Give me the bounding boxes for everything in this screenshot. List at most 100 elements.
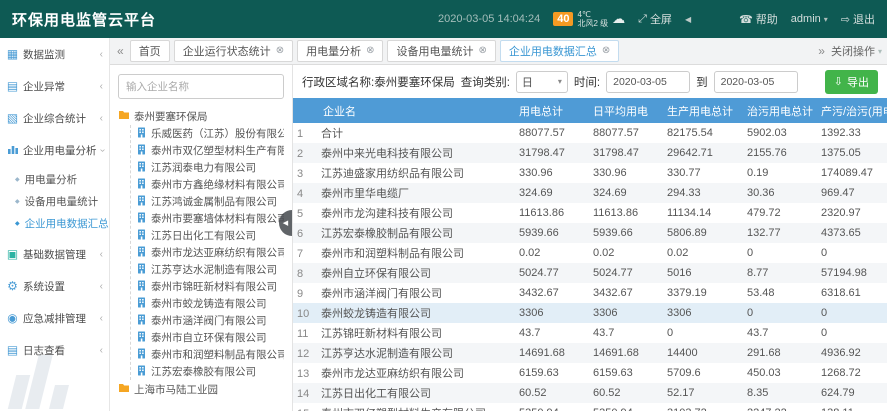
chevron-down-icon: ▾: [824, 15, 828, 24]
logout-icon: ⇨: [841, 13, 850, 26]
tree-company-item[interactable]: 泰州市双亿塑型材料生产有限公司: [136, 142, 284, 159]
region-value: 泰州要塞环保局: [374, 74, 455, 90]
tree-company-item[interactable]: 泰州市要塞墙体材料有限公司: [136, 210, 284, 227]
cell-ratio: 4936.92: [817, 343, 887, 363]
cell-power-total: 5024.77: [515, 263, 589, 283]
table-row[interactable]: 5泰州市龙沟建科技有限公司 11613.86 11613.86 11134.14…: [293, 203, 887, 223]
category-select[interactable]: 日 ▾: [516, 71, 568, 93]
export-button[interactable]: ⇩ 导出: [825, 70, 878, 94]
tree-company-item[interactable]: 江苏宏泰橡胶有限公司: [136, 363, 284, 380]
table-row[interactable]: 9泰州市涵洋阀门有限公司 3432.67 3432.67 3379.19 53.…: [293, 283, 887, 303]
table-row[interactable]: 6江苏宏泰橡胶制品有限公司 5939.66 5939.66 5806.89 13…: [293, 223, 887, 243]
company-name: 江苏亨达水泥制造有限公司: [321, 348, 453, 360]
table-row[interactable]: 3江苏迪盛家用纺织品有限公司 330.96 330.96 330.77 0.19…: [293, 163, 887, 183]
sidebar-item-emergency-reduction[interactable]: ◉ 应急减排管理 ‹: [0, 302, 109, 334]
cell-ratio: 1268.72: [817, 363, 887, 383]
close-operations-button[interactable]: 关闭操作 ▾: [831, 43, 882, 59]
tree-company-item[interactable]: 江苏鸿诚金属制品有限公司: [136, 193, 284, 210]
sidebar-subitem-power-analysis[interactable]: ◆ 用电量分析: [0, 168, 109, 190]
tree-company-item[interactable]: 江苏润泰电力有限公司: [136, 159, 284, 176]
help-button[interactable]: ☎ 帮助: [739, 11, 778, 27]
tab-close-icon[interactable]: ⊗: [602, 46, 610, 56]
tree-company-item[interactable]: 乐威医药（江苏）股份有限公司: [136, 125, 284, 142]
cell-pollution-total: 8.35: [743, 383, 817, 403]
tree-company-item[interactable]: 泰州市涵洋阀门有限公司: [136, 312, 284, 329]
tab-bar: « 首页 企业运行状态统计 ⊗ 用电量分析 ⊗ 设备用电量统计 ⊗ 企业用电数据…: [110, 38, 887, 65]
tree-company-item[interactable]: 泰州市自立环保有限公司: [136, 329, 284, 346]
sidebar-item-enterprise-abnormal[interactable]: ▤ 企业异常 ‹: [0, 70, 109, 102]
sidebar-item-label: 企业用电量分析: [23, 143, 97, 158]
company-name: 江苏润泰电力有限公司: [151, 160, 256, 175]
company-name: 泰州中来光电科技有限公司: [321, 148, 453, 160]
tree-root-node[interactable]: 泰州要塞环保局: [118, 107, 284, 125]
cell-daily-avg: 88077.57: [589, 123, 663, 143]
table-row[interactable]: 11江苏锦旺新材料有限公司 43.7 43.7 0 43.7 0: [293, 323, 887, 343]
cell-ratio: 1375.05: [817, 143, 887, 163]
company-name: 江苏宏泰橡胶制品有限公司: [321, 228, 453, 240]
cell-power-total: 3306: [515, 303, 589, 323]
fullscreen-button[interactable]: ⤢ 全屏: [638, 11, 672, 27]
company-name: 泰州市双亿塑型材料生产有限公司: [151, 143, 284, 158]
table-row[interactable]: 4泰州市里华电缆厂 324.69 324.69 294.33 30.36 969…: [293, 183, 887, 203]
row-index: 7: [297, 248, 321, 260]
sidebar-item-data-monitor[interactable]: ▦ 数据监测 ‹: [0, 38, 109, 70]
tree-company-item[interactable]: 泰州市方鑫绝缘材料有限公司: [136, 176, 284, 193]
table-row[interactable]: 13泰州市龙达亚麻纺织有限公司 6159.63 6159.63 5709.6 4…: [293, 363, 887, 383]
table-row[interactable]: 1合计 88077.57 88077.57 82175.54 5902.03 1…: [293, 123, 887, 143]
table-row[interactable]: 15泰州市双亿塑型材料生产有限公司 5350.94 5350.94 3103.7…: [293, 403, 887, 411]
tree-company-item[interactable]: 江苏日出化工有限公司: [136, 227, 284, 244]
cell-ratio: 57194.98: [817, 263, 887, 283]
tab-close-icon[interactable]: ⊗: [366, 46, 374, 56]
chevron-left-icon: ‹: [100, 313, 103, 324]
tab[interactable]: 企业运行状态统计 ⊗: [174, 40, 293, 62]
tree-company-item[interactable]: 泰州市和润塑料制品有限公司: [136, 346, 284, 363]
tree-company-item[interactable]: 江苏亨达水泥制造有限公司: [136, 261, 284, 278]
cell-pollution-total: 5902.03: [743, 123, 817, 143]
row-index: 6: [297, 228, 321, 240]
tree-root-node[interactable]: 上海市马陆工业园: [118, 380, 284, 398]
cell-daily-avg: 43.7: [589, 323, 663, 343]
sidebar-item-basic-data[interactable]: ▣ 基础数据管理 ‹: [0, 238, 109, 270]
cell-daily-avg: 5939.66: [589, 223, 663, 243]
tab-scroll-right-icon[interactable]: »: [816, 44, 827, 58]
sidebar-item-enterprise-stats[interactable]: ▧ 企业综合统计 ‹: [0, 102, 109, 134]
tab[interactable]: 首页: [130, 40, 170, 62]
cell-pollution-total: 479.72: [743, 203, 817, 223]
tab[interactable]: 设备用电量统计 ⊗: [387, 40, 495, 62]
table-row[interactable]: 14江苏日出化工有限公司 60.52 60.52 52.17 8.35 624.…: [293, 383, 887, 403]
tab-close-icon[interactable]: ⊗: [478, 46, 486, 56]
user-menu[interactable]: admin ▾: [791, 13, 828, 25]
table-row[interactable]: 8泰州自立环保有限公司 5024.77 5024.77 5016 8.77 57…: [293, 263, 887, 283]
temperature: 4℃: [577, 10, 590, 19]
building-icon: [136, 178, 147, 192]
tab-close-icon[interactable]: ⊗: [276, 46, 284, 56]
table-row[interactable]: 12江苏亨达水泥制造有限公司 14691.68 14691.68 14400 2…: [293, 343, 887, 363]
tab-scroll-left-icon[interactable]: «: [115, 44, 126, 58]
sidebar-subitem-device-power-stats[interactable]: ◆ 设备用电量统计: [0, 190, 109, 212]
sidebar-item-label: 数据监测: [23, 47, 65, 62]
cell-daily-avg: 14691.68: [589, 343, 663, 363]
table-row[interactable]: 7泰州市和润塑料制品有限公司 0.02 0.02 0.02 0 0: [293, 243, 887, 263]
sidebar-item-system-settings[interactable]: ⚙ 系统设置 ‹: [0, 270, 109, 302]
tree-company-item[interactable]: 泰州市龙达亚麻纺织有限公司: [136, 244, 284, 261]
tree-company-item[interactable]: 泰州市锦旺新材料有限公司: [136, 278, 284, 295]
sidebar-item-power-analysis[interactable]: 企业用电量分析 ‹: [0, 134, 109, 166]
sidebar-item-log-view[interactable]: ▤ 日志查看 ‹: [0, 334, 109, 366]
company-name: 泰州市自立环保有限公司: [151, 330, 267, 345]
table-row[interactable]: 2泰州中来光电科技有限公司 31798.47 31798.47 29642.71…: [293, 143, 887, 163]
date-from-input[interactable]: [606, 71, 690, 93]
sidebar-subitem-power-data-summary[interactable]: ◆ 企业用电数据汇总: [0, 212, 109, 234]
search-input[interactable]: [118, 74, 284, 99]
tab[interactable]: 企业用电数据汇总 ⊗: [500, 40, 619, 62]
region-label: 行政区域名称:: [302, 74, 374, 90]
header-collapse-icon[interactable]: ◀: [685, 15, 691, 24]
tree-company-item[interactable]: 泰州市蛟龙铸造有限公司: [136, 295, 284, 312]
company-name: 泰州自立环保有限公司: [321, 268, 431, 280]
cell-pollution-total: 2247.22: [743, 403, 817, 411]
table-row[interactable]: 10泰州蛟龙铸造有限公司 3306 3306 3306 0 0: [293, 303, 887, 323]
date-to-input[interactable]: [714, 71, 798, 93]
company-name: 江苏亨达水泥制造有限公司: [151, 262, 277, 277]
tab[interactable]: 用电量分析 ⊗: [297, 40, 383, 62]
logout-button[interactable]: ⇨ 退出: [841, 11, 875, 27]
export-label: 导出: [847, 74, 869, 90]
